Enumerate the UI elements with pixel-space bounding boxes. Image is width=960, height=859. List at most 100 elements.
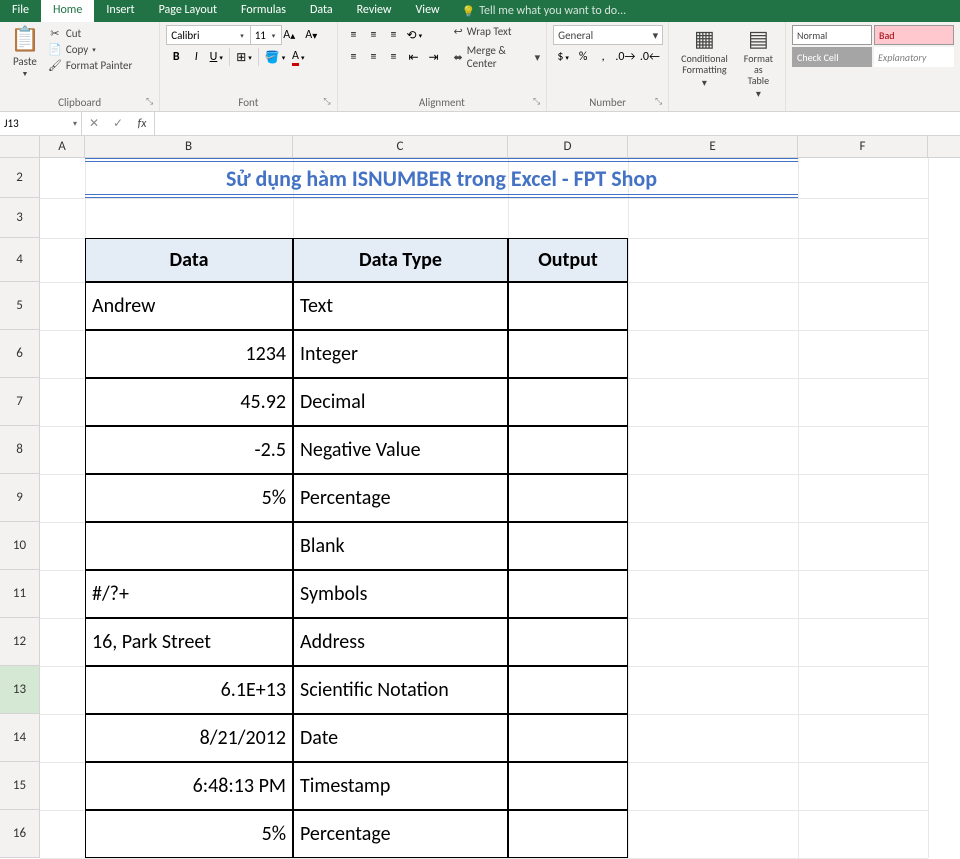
- cell-C6[interactable]: Integer: [293, 330, 508, 378]
- chevron-down-icon[interactable]: ▾: [272, 31, 276, 40]
- format-painter-button[interactable]: 🖌Format Painter: [48, 59, 132, 72]
- tab-file[interactable]: File: [0, 0, 41, 22]
- cell-B13[interactable]: 6.1E+13: [85, 666, 293, 714]
- cell-C13[interactable]: Scientific Notation: [293, 666, 508, 714]
- row-header-10[interactable]: 10: [0, 522, 39, 570]
- select-all-corner[interactable]: [0, 136, 40, 157]
- cell-D15[interactable]: [508, 762, 628, 810]
- style-check-cell[interactable]: Check Cell: [792, 47, 872, 67]
- cell-C7[interactable]: Decimal: [293, 378, 508, 426]
- cell-D7[interactable]: [508, 378, 628, 426]
- increase-decimal-button[interactable]: .0→: [613, 47, 638, 67]
- cancel-formula-button[interactable]: ✕: [82, 112, 106, 135]
- tab-formulas[interactable]: Formulas: [229, 0, 298, 22]
- name-box[interactable]: J13▾: [0, 112, 82, 135]
- row-header-16[interactable]: 16: [0, 810, 39, 858]
- cell-C9[interactable]: Percentage: [293, 474, 508, 522]
- fill-color-button[interactable]: 🪣▾: [262, 47, 288, 67]
- table-header-output[interactable]: Output: [508, 238, 628, 282]
- tab-insert[interactable]: Insert: [94, 0, 146, 22]
- italic-button[interactable]: I: [186, 47, 206, 67]
- cell-D9[interactable]: [508, 474, 628, 522]
- cell-C14[interactable]: Date: [293, 714, 508, 762]
- cell-B7[interactable]: 45.92: [85, 378, 293, 426]
- row-header-11[interactable]: 11: [0, 570, 39, 618]
- cell-C16[interactable]: Percentage: [293, 810, 508, 858]
- tab-data[interactable]: Data: [298, 0, 345, 22]
- underline-button[interactable]: U▾: [206, 47, 226, 67]
- row-header-6[interactable]: 6: [0, 330, 39, 378]
- cell-grid[interactable]: Sử dụng hàm ISNUMBER trong Excel - FPT S…: [40, 158, 928, 858]
- row-header-9[interactable]: 9: [0, 474, 39, 522]
- cell-styles-gallery[interactable]: Normal Bad Check Cell Explanatory: [792, 25, 954, 67]
- col-header-A[interactable]: A: [40, 136, 85, 157]
- col-header-D[interactable]: D: [508, 136, 628, 157]
- cell-C11[interactable]: Symbols: [293, 570, 508, 618]
- dialog-launcher-icon[interactable]: ⤡: [655, 96, 662, 107]
- dialog-launcher-icon[interactable]: ⤡: [146, 96, 153, 107]
- decrease-indent-button[interactable]: ⇤: [404, 47, 424, 67]
- cell-D10[interactable]: [508, 522, 628, 570]
- table-header-type[interactable]: Data Type: [293, 238, 508, 282]
- row-header-14[interactable]: 14: [0, 714, 39, 762]
- tab-review[interactable]: Review: [345, 0, 404, 22]
- align-right-button[interactable]: ≡: [384, 47, 404, 67]
- accounting-format-button[interactable]: $▾: [553, 47, 573, 67]
- font-color-button[interactable]: A▾: [288, 47, 308, 67]
- percent-format-button[interactable]: %: [573, 47, 593, 67]
- row-header-5[interactable]: 5: [0, 282, 39, 330]
- tab-home[interactable]: Home: [41, 0, 94, 22]
- row-header-12[interactable]: 12: [0, 618, 39, 666]
- style-normal[interactable]: Normal: [792, 25, 872, 45]
- orientation-button[interactable]: ⟲▾: [404, 25, 426, 45]
- cell-D13[interactable]: [508, 666, 628, 714]
- row-header-8[interactable]: 8: [0, 426, 39, 474]
- cell-C5[interactable]: Text: [293, 282, 508, 330]
- conditional-formatting-button[interactable]: ▦Conditional Formatting▾: [675, 25, 734, 90]
- increase-indent-button[interactable]: ⇥: [424, 47, 444, 67]
- worksheet[interactable]: ABCDEF 2345678910111213141516 Sử dụng hà…: [0, 136, 960, 858]
- increase-font-button[interactable]: A▴: [279, 25, 299, 45]
- cell-D11[interactable]: [508, 570, 628, 618]
- col-header-C[interactable]: C: [293, 136, 508, 157]
- font-size-select[interactable]: [250, 25, 282, 45]
- paste-button[interactable]: 📋 Paste ▼: [6, 25, 44, 78]
- cell-B8[interactable]: -2.5: [85, 426, 293, 474]
- number-format-select[interactable]: General▾: [553, 25, 663, 45]
- cell-D14[interactable]: [508, 714, 628, 762]
- dialog-launcher-icon[interactable]: ⤡: [533, 96, 540, 107]
- copy-button[interactable]: 📄Copy▾: [48, 43, 132, 56]
- cell-C12[interactable]: Address: [293, 618, 508, 666]
- format-as-table-button[interactable]: ▤Format as Table▾: [738, 25, 779, 101]
- cell-B5[interactable]: Andrew: [85, 282, 293, 330]
- decrease-decimal-button[interactable]: .0←: [638, 47, 663, 67]
- cell-B15[interactable]: 6:48:13 PM: [85, 762, 293, 810]
- align-center-button[interactable]: ≡: [364, 47, 384, 67]
- align-bottom-button[interactable]: ≡: [384, 25, 404, 45]
- row-header-7[interactable]: 7: [0, 378, 39, 426]
- cell-B16[interactable]: 5%: [85, 810, 293, 858]
- col-header-B[interactable]: B: [85, 136, 293, 157]
- col-header-E[interactable]: E: [628, 136, 798, 157]
- cell-D12[interactable]: [508, 618, 628, 666]
- tab-view[interactable]: View: [404, 0, 452, 22]
- cell-C8[interactable]: Negative Value: [293, 426, 508, 474]
- row-header-3[interactable]: 3: [0, 198, 39, 238]
- wrap-text-button[interactable]: ↩Wrap Text: [454, 25, 541, 38]
- cell-D16[interactable]: [508, 810, 628, 858]
- comma-format-button[interactable]: ,: [593, 47, 613, 67]
- cut-button[interactable]: ✂Cut: [48, 27, 132, 40]
- align-middle-button[interactable]: ≡: [364, 25, 384, 45]
- formula-input[interactable]: [155, 112, 960, 135]
- col-header-F[interactable]: F: [798, 136, 928, 157]
- dialog-launcher-icon[interactable]: ⤡: [323, 96, 330, 107]
- cell-D8[interactable]: [508, 426, 628, 474]
- style-bad[interactable]: Bad: [874, 25, 954, 45]
- cell-B11[interactable]: #/?+: [85, 570, 293, 618]
- cell-C10[interactable]: Blank: [293, 522, 508, 570]
- merge-center-button[interactable]: ⬌Merge & Center▾: [454, 44, 541, 70]
- border-button[interactable]: ⊞▾: [233, 47, 255, 67]
- row-header-4[interactable]: 4: [0, 238, 39, 282]
- bold-button[interactable]: B: [166, 47, 186, 67]
- style-explanatory[interactable]: Explanatory: [874, 47, 954, 67]
